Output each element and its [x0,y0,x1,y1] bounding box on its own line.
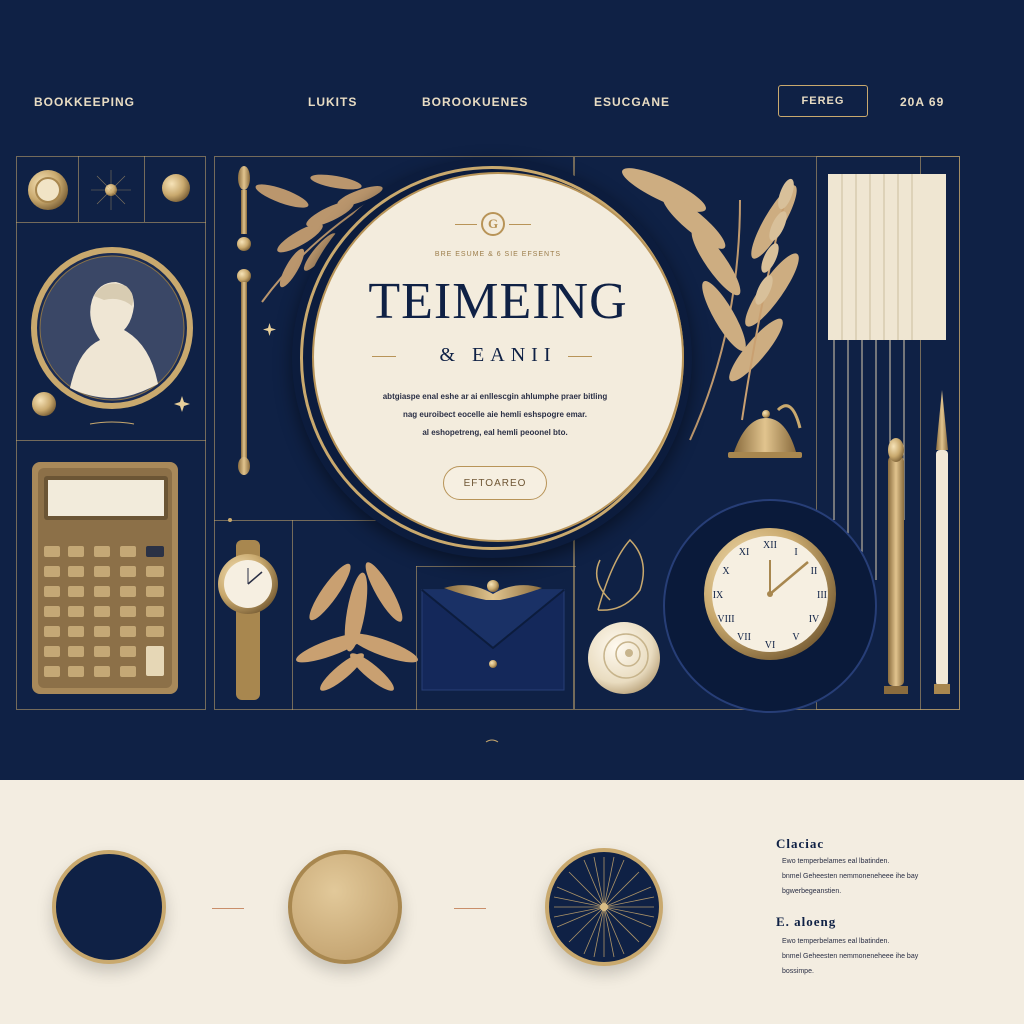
hero-body-line: al eshopetreng, eal hemli peoonel bto. [422,428,568,437]
feature-description: Ewo temperbelames eal lbatinden. bnmel G… [782,934,942,979]
hero-body-line: nag euroibect eocelle aie hemli eshspogr… [402,410,588,419]
svg-text:V: V [792,632,800,643]
sunburst-swatch-disc [545,848,663,966]
svg-text:VII: VII [737,632,751,643]
clock-icon: XIIIII IIIIVV VIVIIVIII IXXXI [663,499,877,713]
divider [509,224,531,225]
feature-line: Ewo temperbelames eal lbatinden. [782,938,890,945]
connector-line [212,908,244,909]
hero-cta-button[interactable]: EFTOAREO [443,466,547,500]
shell-icon [588,622,660,694]
hero-tagline: BRE ESUME & 6 SIE EFSENTS [434,251,562,258]
gold-swatch-disc [288,850,402,964]
svg-text:IV: IV [809,614,820,625]
feature-title: Claciac [776,836,825,851]
hero-body: abtgiaspe enal eshe ar ai enllescgin ahl… [365,388,625,442]
connector-line [454,908,486,909]
svg-text:IX: IX [713,590,724,601]
feature-line: bnmel Geheesten nemmoneneheee ihe bay [782,953,919,960]
svg-text:VIII: VIII [717,614,734,625]
svg-text:I: I [794,547,797,558]
feature-line: bnmel Geheesten nemmoneneheee ihe bay [782,873,919,880]
feature-description: Ewo temperbelames eal lbatinden. bnmel G… [782,854,942,899]
divider [455,224,477,225]
service-bell-icon [728,404,802,458]
leaf-bouquet-icon [296,562,418,691]
feature-line: Ewo temperbelames eal lbatinden. [782,858,890,865]
svg-text:XI: XI [739,547,750,558]
calculator-icon [32,462,178,694]
feature-line: bossimpe. [782,968,814,975]
sparkle-icon [174,396,190,412]
pen-icon [934,390,950,694]
wristwatch-icon [218,540,278,700]
gold-sphere-icon [32,392,56,416]
hero-body-line: abtgiaspe enal eshe ar ai enllescgin ahl… [382,392,608,401]
hero-subtitle: & EANII [439,344,557,366]
sunburst-ornament-icon [91,170,131,210]
hero-title: TEIMEING [368,273,628,330]
sparkle-icon [263,323,276,336]
monogram-emblem-icon: G [481,212,505,236]
feature-line: bgwerbegeanstien. [782,888,842,895]
rosette-ornament-icon [28,170,68,210]
gold-sphere-icon [162,174,190,202]
svg-text:X: X [722,566,730,577]
svg-text:VI: VI [765,640,776,651]
svg-text:III: III [817,590,827,601]
sunburst-icon [553,856,655,958]
divider [568,356,592,357]
ornamental-rod-icon [237,166,251,475]
navy-swatch-disc [52,850,166,964]
feature-title: E. aloeng [776,914,837,929]
svg-text:XII: XII [763,540,777,551]
svg-text:II: II [811,566,818,577]
cameo-portrait-icon [31,247,193,409]
ribbon-lineart-icon [595,538,645,611]
envelope-icon [421,580,565,691]
